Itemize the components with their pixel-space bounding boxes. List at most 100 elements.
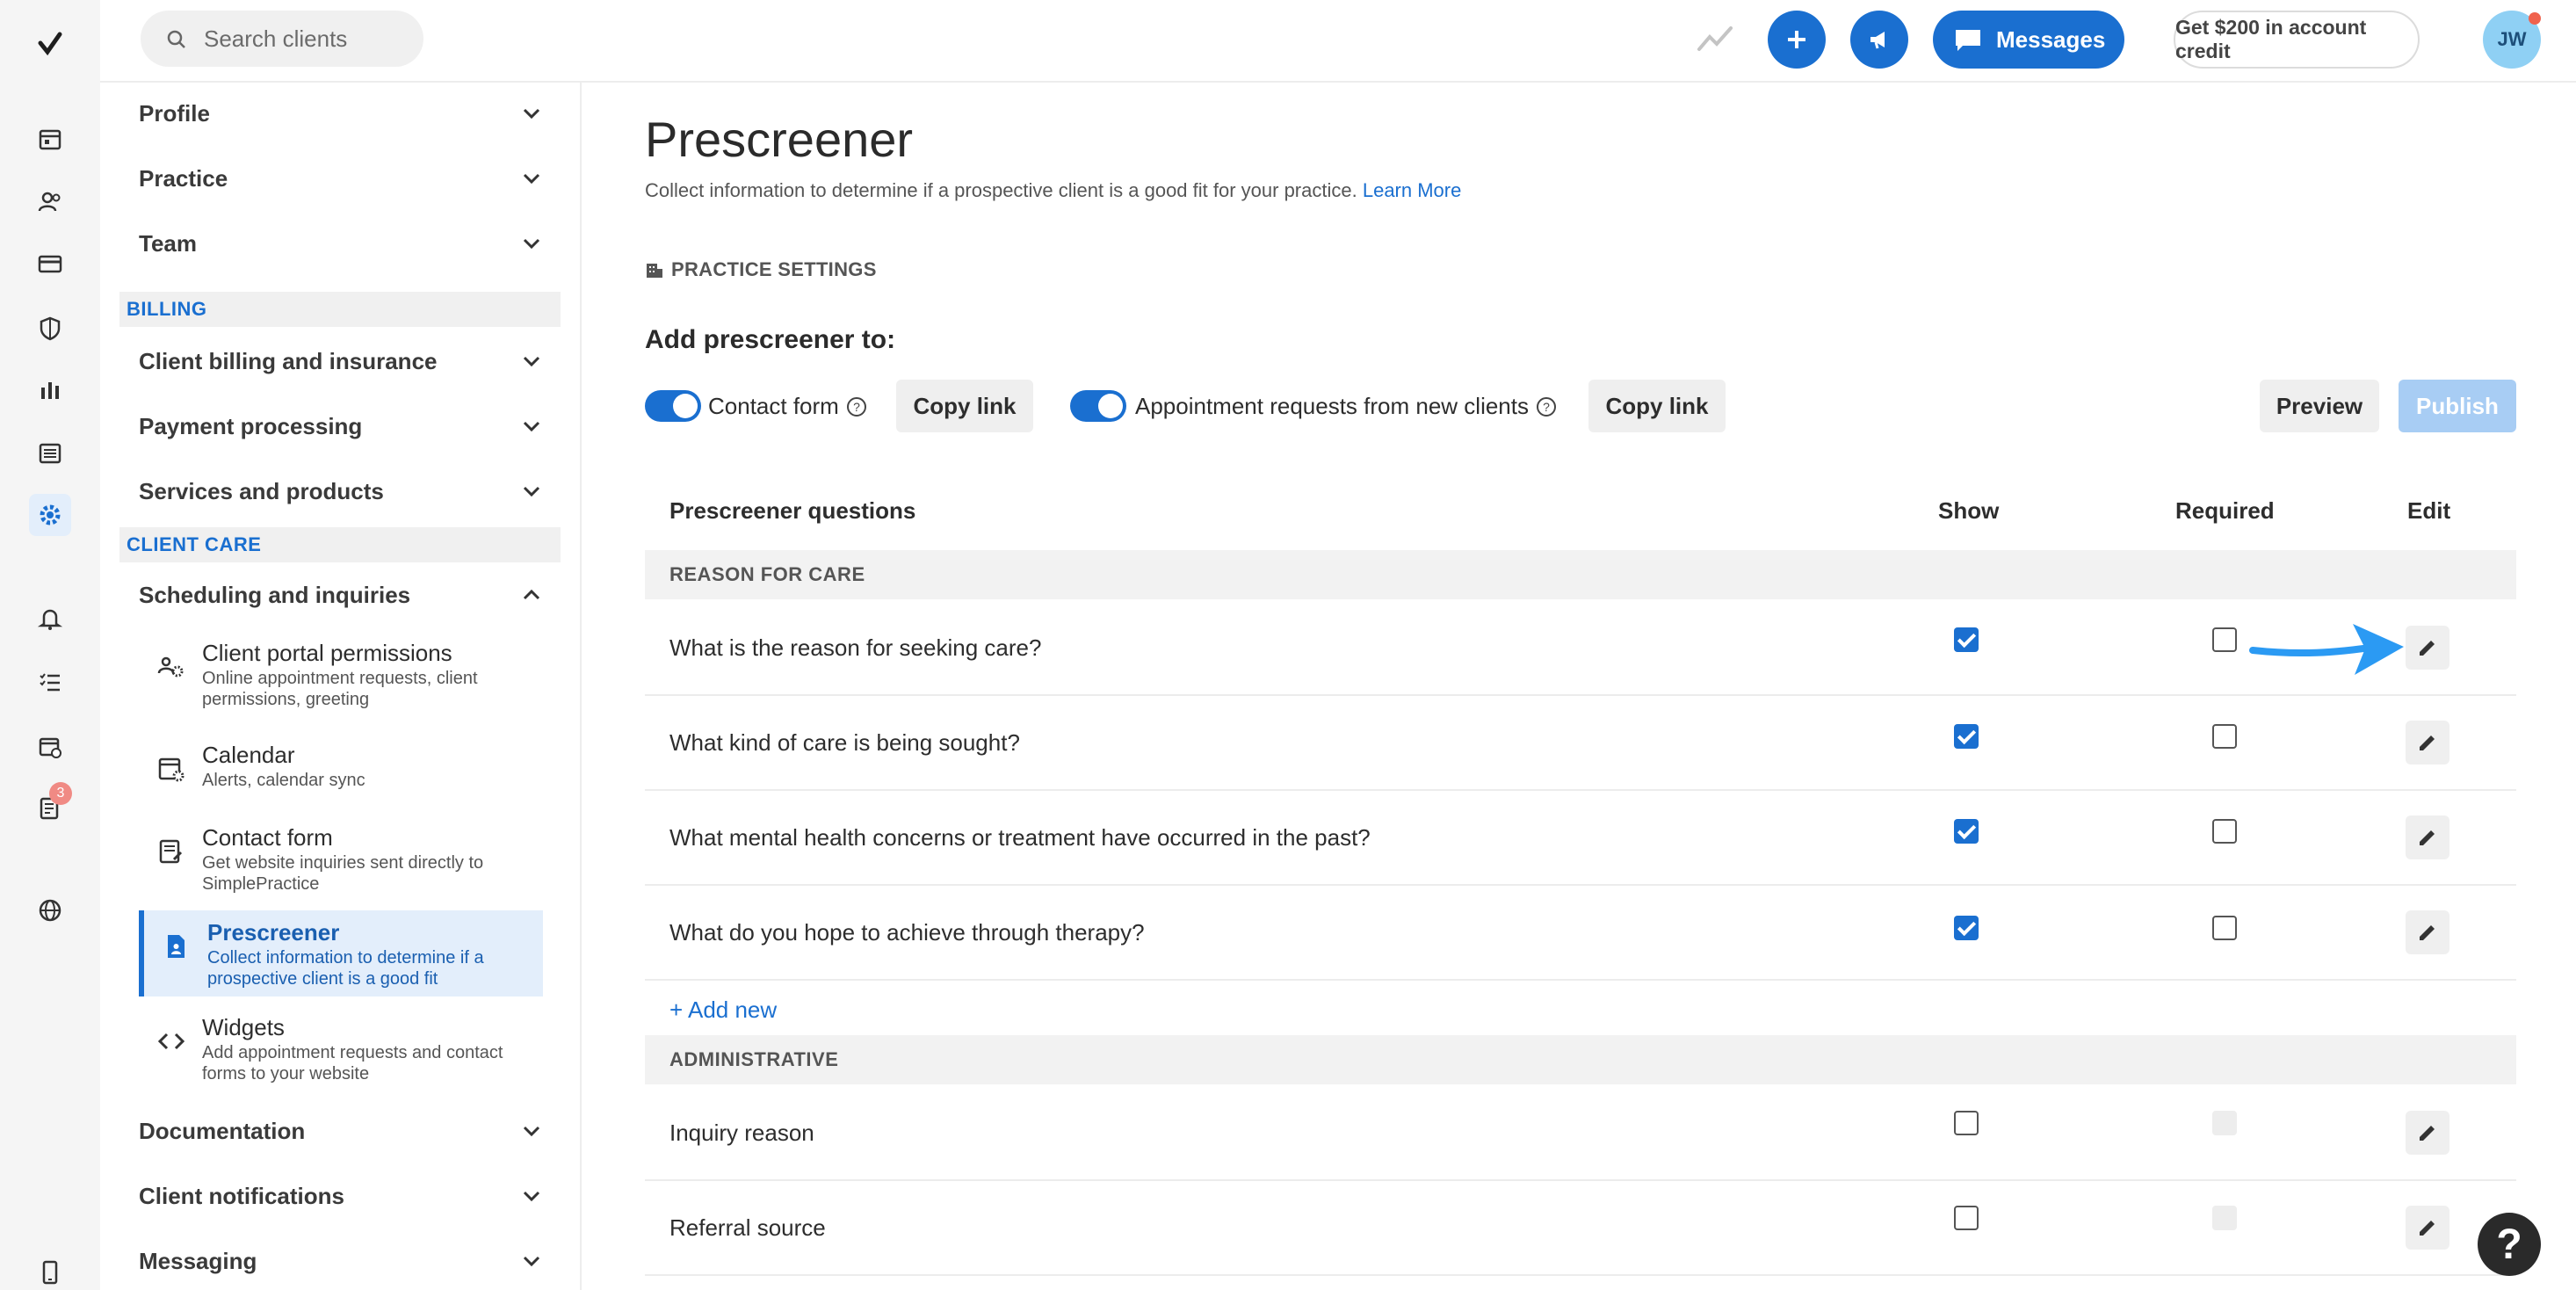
required-checkbox[interactable]: [2212, 819, 2237, 844]
question-text: What mental health concerns or treatment…: [669, 824, 1371, 851]
show-checkbox[interactable]: [1954, 819, 1979, 844]
question-text: What is the reason for seeking care?: [669, 634, 1042, 661]
subnav-title: Client portal permissions: [202, 640, 452, 666]
required-checkbox[interactable]: [2212, 916, 2237, 940]
column-header-required: Required: [2175, 497, 2275, 524]
chevron-down-icon: [523, 356, 540, 367]
nav-client-billing[interactable]: Client billing and insurance: [119, 330, 561, 392]
billing-card-icon[interactable]: [29, 243, 71, 285]
nav-client-notifications[interactable]: Client notifications: [119, 1165, 561, 1227]
edit-question-button[interactable]: [2406, 1206, 2449, 1250]
appointment-copy-link-button[interactable]: Copy link: [1588, 380, 1726, 432]
required-checkbox[interactable]: [2212, 627, 2237, 652]
page-description: Collect information to determine if a pr…: [645, 179, 1461, 202]
practice-settings-label: PRACTICE SETTINGS: [645, 258, 877, 281]
calendar-icon[interactable]: [29, 118, 71, 160]
nav-scheduling-inquiries[interactable]: Scheduling and inquiries: [119, 564, 561, 626]
nav-practice[interactable]: Practice: [119, 148, 561, 209]
show-checkbox[interactable]: [1954, 724, 1979, 749]
required-checkbox-disabled: [2212, 1206, 2237, 1230]
table-row: Referral source: [645, 1181, 2516, 1276]
preview-button[interactable]: Preview: [2260, 380, 2379, 432]
add-new-question-link[interactable]: + Add new: [669, 996, 777, 1024]
nav-label: Client notifications: [139, 1182, 344, 1209]
settings-gear-icon[interactable]: [29, 494, 71, 536]
subnav-desc: Get website inquiries sent directly to S…: [202, 853, 484, 894]
svg-text:?: ?: [853, 400, 860, 414]
show-checkbox[interactable]: [1954, 1206, 1979, 1230]
megaphone-icon: [1870, 32, 1885, 49]
column-header-questions: Prescreener questions: [669, 497, 916, 524]
show-checkbox[interactable]: [1954, 916, 1979, 940]
trend-chart-icon[interactable]: [1696, 19, 1734, 58]
subnav-prescreener[interactable]: Prescreener Collect information to deter…: [139, 910, 543, 996]
chevron-down-icon: [523, 173, 540, 185]
contact-form-copy-link-button[interactable]: Copy link: [896, 380, 1033, 432]
appointment-requests-toggle[interactable]: [1070, 390, 1126, 422]
question-text: Referral source: [669, 1214, 826, 1241]
help-circle-icon[interactable]: ?: [846, 396, 867, 417]
edit-question-button[interactable]: [2406, 1111, 2449, 1155]
pencil-icon: [2420, 1221, 2435, 1236]
publish-button[interactable]: Publish: [2399, 380, 2516, 432]
table-row: What do you hope to achieve through ther…: [645, 886, 2516, 981]
chevron-down-icon: [523, 421, 540, 432]
nav-documentation[interactable]: Documentation: [119, 1100, 561, 1162]
subnav-contact-form[interactable]: Contact form Get website inquiries sent …: [139, 815, 543, 902]
nav-messaging[interactable]: Messaging: [119, 1230, 561, 1290]
chevron-down-icon: [523, 238, 540, 250]
requests-calendar-icon[interactable]: [29, 726, 71, 768]
messages-label: Messages: [1996, 25, 2106, 53]
appointment-requests-toggle-label: Appointment requests from new clients ?: [1135, 393, 1557, 420]
nav-payment-processing[interactable]: Payment processing: [119, 395, 561, 457]
edit-question-button[interactable]: [2406, 910, 2449, 954]
clients-icon[interactable]: [29, 181, 71, 223]
practice-settings-text: PRACTICE SETTINGS: [671, 258, 877, 280]
required-checkbox[interactable]: [2212, 724, 2237, 749]
chevron-down-icon: [523, 1191, 540, 1202]
nav-label: Payment processing: [139, 412, 363, 439]
account-credit-button[interactable]: Get $200 in account credit: [2174, 11, 2420, 69]
edit-question-button[interactable]: [2406, 721, 2449, 765]
appointment-requests-label: Appointment requests from new clients: [1135, 393, 1529, 419]
logo-icon[interactable]: [29, 23, 71, 65]
subnav-widgets[interactable]: Widgets Add appointment requests and con…: [139, 1005, 543, 1091]
nav-services-products[interactable]: Services and products: [119, 460, 561, 522]
notifications-bell-icon[interactable]: [29, 598, 71, 640]
tasks-checklist-icon[interactable]: [29, 661, 71, 703]
building-icon: [647, 264, 662, 278]
learn-more-link[interactable]: Learn More: [1363, 179, 1462, 201]
subnav-title: Prescreener: [207, 919, 340, 946]
question-text: Inquiry reason: [669, 1120, 814, 1146]
notification-dot: [2529, 12, 2541, 25]
activity-list-icon[interactable]: [29, 432, 71, 475]
nav-label: Services and products: [139, 477, 384, 504]
help-circle-icon[interactable]: ?: [1536, 396, 1557, 417]
nav-label: Profile: [139, 99, 210, 127]
insurance-shield-icon[interactable]: [29, 308, 71, 350]
calendar-gear-icon: [158, 757, 185, 782]
mobile-phone-icon[interactable]: [29, 1251, 71, 1290]
show-checkbox[interactable]: [1954, 1111, 1979, 1135]
nav-team[interactable]: Team: [119, 213, 561, 274]
subnav-client-portal-permissions[interactable]: Client portal permissions Online appoint…: [139, 631, 543, 717]
subnav-desc: Alerts, calendar sync: [202, 771, 365, 790]
search-input[interactable]: Search clients: [141, 11, 423, 67]
help-button[interactable]: ?: [2478, 1213, 2541, 1276]
show-checkbox[interactable]: [1954, 627, 1979, 652]
add-new-button[interactable]: [1768, 11, 1826, 69]
column-header-show: Show: [1938, 497, 2000, 524]
edit-question-button[interactable]: [2406, 815, 2449, 859]
contact-form-toggle[interactable]: [645, 390, 701, 422]
announcements-button[interactable]: [1850, 11, 1908, 69]
edit-question-button[interactable]: [2406, 626, 2449, 670]
globe-icon[interactable]: [29, 889, 71, 931]
top-bar: Search clients Messages Get $200 in acco…: [100, 0, 2576, 83]
analytics-icon[interactable]: [29, 369, 71, 411]
nav-profile[interactable]: Profile: [119, 83, 561, 144]
pencil-icon: [2420, 830, 2435, 845]
nav-label: Practice: [139, 164, 228, 192]
subnav-calendar[interactable]: Calendar Alerts, calendar sync: [139, 733, 543, 798]
messages-button[interactable]: Messages: [1933, 11, 2124, 69]
pencil-icon: [2420, 641, 2435, 656]
